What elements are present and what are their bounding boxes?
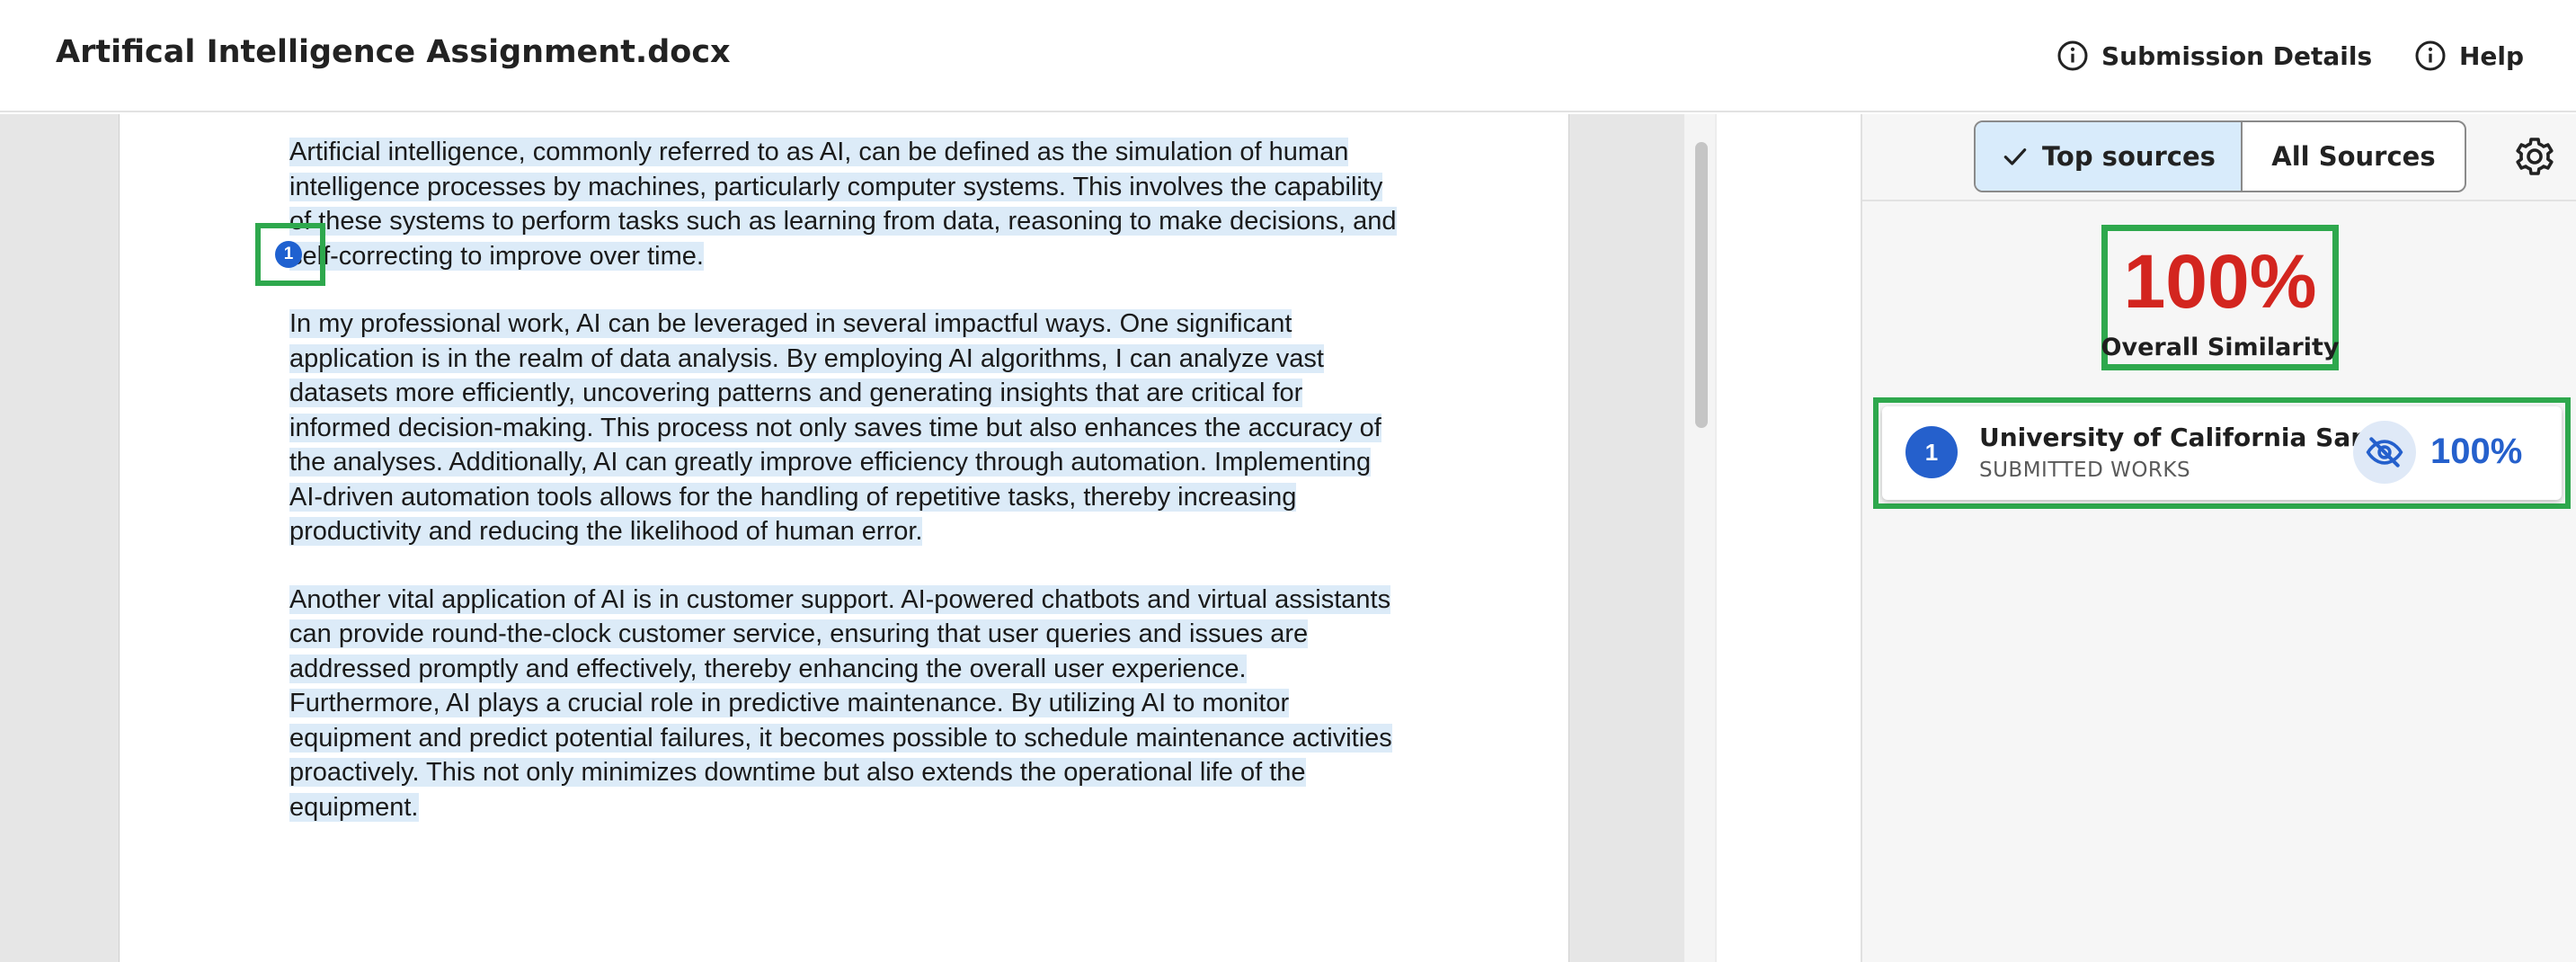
- eye-off-icon: [2366, 437, 2403, 468]
- source-type: SUBMITTED WORKS: [1979, 459, 2191, 482]
- paragraph: In my professional work, AI can be lever…: [289, 307, 1404, 549]
- match-marker[interactable]: 1: [275, 241, 302, 268]
- help-label: Help: [2459, 40, 2525, 71]
- document-title: Artifical Intelligence Assignment.docx: [56, 34, 731, 70]
- help-button[interactable]: Help: [2414, 36, 2524, 76]
- source-name: University of California San Diego: [1979, 423, 2384, 452]
- viewer-gutter: [1715, 114, 1861, 962]
- gear-icon[interactable]: [2513, 135, 2556, 178]
- similarity-label: Overall Similarity: [2101, 334, 2340, 361]
- tab-all-sources[interactable]: All Sources: [2243, 122, 2465, 191]
- tab-all-sources-label: All Sources: [2271, 141, 2436, 172]
- submission-details-button[interactable]: Submission Details: [2056, 36, 2372, 76]
- submission-details-label: Submission Details: [2101, 40, 2373, 71]
- document-scrollbar-thumb[interactable]: [1695, 142, 1708, 428]
- paragraph: Another vital application of AI is in cu…: [289, 583, 1404, 825]
- top-header: Artifical Intelligence Assignment.docx S…: [0, 0, 2576, 112]
- highlighted-match[interactable]: In my professional work, AI can be lever…: [289, 309, 1381, 546]
- highlighted-match[interactable]: Another vital application of AI is in cu…: [289, 584, 1392, 822]
- paragraph: Artificial intelligence, commonly referr…: [289, 135, 1404, 273]
- info-icon: [2057, 40, 2088, 71]
- source-number-badge: 1: [1905, 426, 1958, 478]
- panel-divider: [1862, 200, 2576, 201]
- tab-top-sources-label: Top sources: [2041, 141, 2216, 172]
- info-icon: [2415, 40, 2446, 71]
- overall-similarity: 100% Overall Similarity: [2101, 225, 2339, 370]
- document-text: Artificial intelligence, commonly referr…: [289, 135, 1404, 858]
- highlighted-match[interactable]: Artificial intelligence, commonly referr…: [289, 138, 1397, 271]
- tab-top-sources[interactable]: Top sources: [1976, 122, 2243, 191]
- sources-toggle: Top sources All Sources: [1974, 120, 2466, 192]
- check-icon: [2003, 148, 2027, 165]
- source-percent: 100%: [2430, 432, 2523, 471]
- source-card[interactable]: 1 University of California San Diego SUB…: [1882, 406, 2562, 500]
- hide-source-button[interactable]: [2353, 421, 2416, 484]
- similarity-percent: 100%: [2123, 239, 2317, 324]
